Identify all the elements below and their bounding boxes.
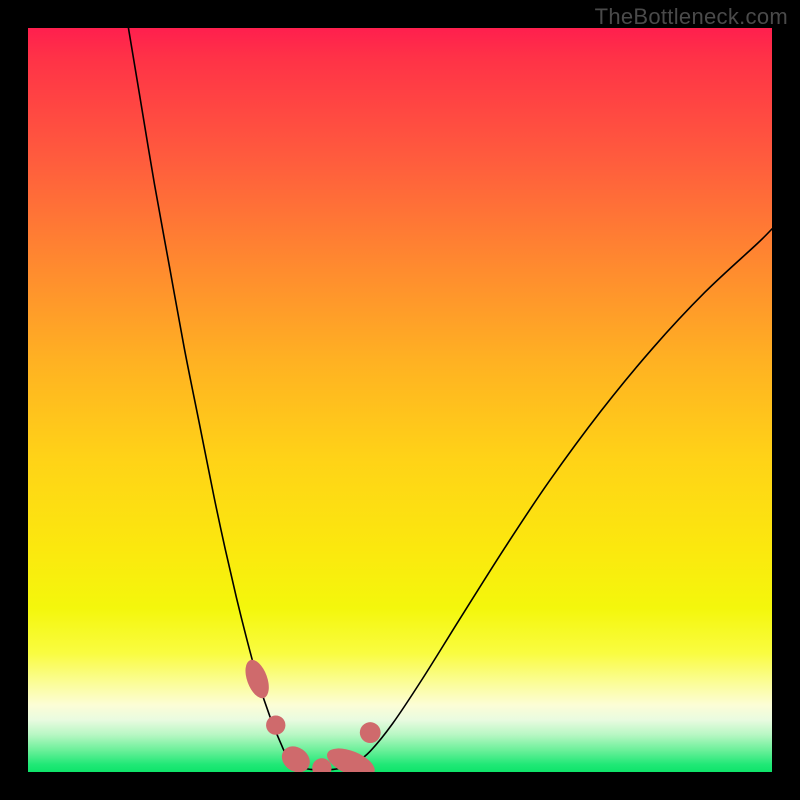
bottleneck-curve (128, 28, 772, 770)
bottleneck-curve-plot (28, 28, 772, 772)
plot-area (28, 28, 772, 772)
marker-left-blob-top (241, 657, 274, 702)
marker-right-dot-above (360, 722, 381, 743)
marker-group (241, 657, 381, 772)
marker-floor-dot-center (312, 758, 331, 772)
chart-container: TheBottleneck.com (0, 0, 800, 800)
marker-left-dot-mid (266, 715, 285, 734)
watermark-text: TheBottleneck.com (595, 4, 788, 30)
curve-group (128, 28, 772, 770)
